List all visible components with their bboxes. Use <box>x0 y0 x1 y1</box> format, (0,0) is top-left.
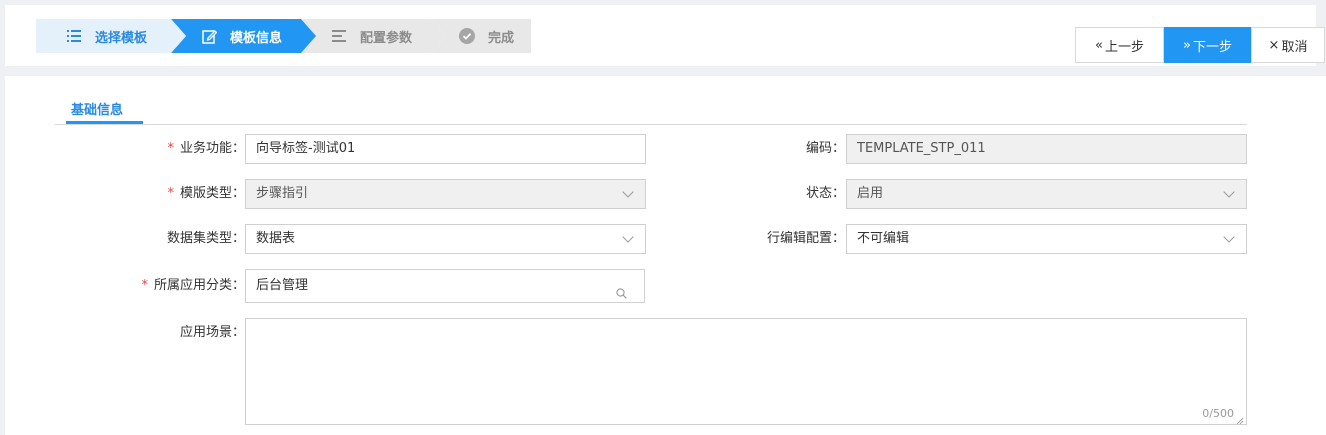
toolbar: « 上一步 » 下一步 × 取消 <box>1075 27 1325 63</box>
step-select-template[interactable]: 选择模板 <box>36 19 186 53</box>
form-panel: 基础信息 * 业务功能： 向导标签-测试01 编码： TEMPLATE_STP_0… <box>5 76 1326 435</box>
edit-icon <box>201 28 217 44</box>
search-icon <box>616 280 627 299</box>
business-function-label: * 业务功能： <box>167 141 245 156</box>
row-edit-config-label: 行编辑配置： <box>766 231 845 246</box>
app-category-picker[interactable]: 后台管理 <box>245 269 645 303</box>
tab-active-indicator <box>66 121 143 124</box>
step-label: 配置参数 <box>360 30 413 46</box>
scenario-label: 应用场景： <box>179 325 245 340</box>
app-category-label: * 所属应用分类： <box>141 278 245 293</box>
resize-handle-icon[interactable] <box>1236 414 1244 425</box>
required-mark: * <box>167 141 174 156</box>
next-step-label: 下一步 <box>1192 39 1232 55</box>
lines-icon <box>331 28 347 44</box>
check-circle-icon <box>459 28 475 44</box>
status-select: 启用 <box>846 179 1247 209</box>
chevron-down-icon <box>1224 188 1234 198</box>
double-right-icon: » <box>1183 37 1191 53</box>
step-template-info[interactable]: 模板信息 <box>171 19 316 53</box>
code-input: TEMPLATE_STP_011 <box>846 134 1247 164</box>
next-step-button[interactable]: » 下一步 <box>1164 27 1251 63</box>
required-mark: * <box>167 186 174 201</box>
status-label: 状态： <box>805 186 845 201</box>
wizard-steps: 选择模板 模板信息 配置参数 完成 <box>36 19 531 53</box>
cancel-label: 取消 <box>1281 39 1308 55</box>
step-config-params[interactable]: 配置参数 <box>301 19 446 53</box>
business-function-input[interactable]: 向导标签-测试01 <box>245 134 646 164</box>
dataset-type-label: 数据集类型： <box>166 231 245 246</box>
chevron-down-icon <box>1224 233 1234 243</box>
tab-bar: 基础信息 <box>55 93 1247 125</box>
double-left-icon: « <box>1095 37 1103 53</box>
template-type-select: 步骤指引 <box>245 179 646 209</box>
step-done[interactable]: 完成 <box>431 19 531 53</box>
prev-step-label: 上一步 <box>1104 39 1144 55</box>
scenario-textarea[interactable]: 0/500 <box>245 318 1247 425</box>
step-label: 选择模板 <box>95 30 148 46</box>
row-edit-config-select[interactable]: 不可编辑 <box>846 224 1247 254</box>
char-counter: 0/500 <box>1202 407 1234 420</box>
required-mark: * <box>141 278 148 293</box>
step-label: 模板信息 <box>230 30 283 46</box>
step-label: 完成 <box>488 30 515 46</box>
code-label: 编码： <box>805 141 845 156</box>
tab-basic-info[interactable]: 基础信息 <box>69 99 125 118</box>
template-type-label: * 模版类型： <box>167 186 245 201</box>
list-icon <box>66 28 82 44</box>
prev-step-button[interactable]: « 上一步 <box>1075 27 1164 63</box>
chevron-down-icon <box>623 188 633 198</box>
close-icon: × <box>1268 37 1280 53</box>
cancel-button[interactable]: × 取消 <box>1251 27 1325 63</box>
chevron-down-icon <box>623 233 633 243</box>
dataset-type-select[interactable]: 数据表 <box>245 224 646 254</box>
